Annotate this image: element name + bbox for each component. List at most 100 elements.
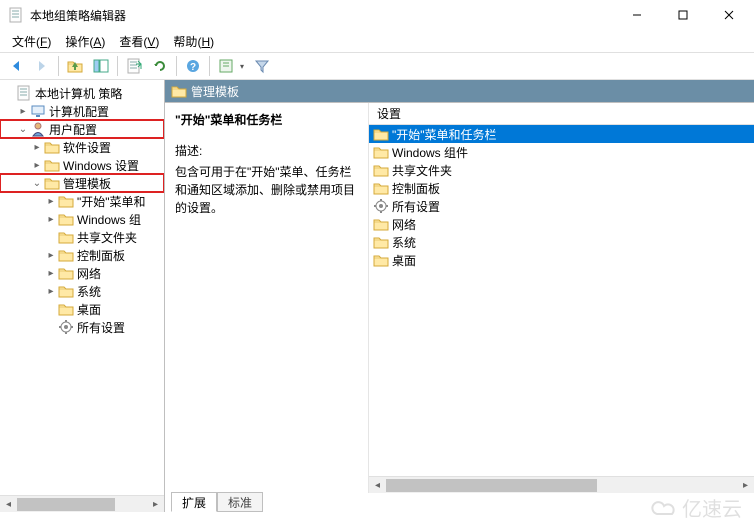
tree-windows-settings[interactable]: ▸ Windows 设置 bbox=[0, 156, 164, 174]
computer-icon bbox=[30, 103, 46, 119]
menubar: 文件(F) 操作(A) 查看(V) 帮助(H) bbox=[0, 30, 754, 52]
chevron-right-icon[interactable]: ▸ bbox=[44, 214, 58, 225]
menu-help[interactable]: 帮助(H) bbox=[167, 31, 220, 52]
folder-icon bbox=[373, 126, 389, 142]
path-header: 管理模板 bbox=[165, 80, 754, 102]
scroll-right-icon[interactable]: ▸ bbox=[737, 477, 754, 493]
chevron-down-icon[interactable]: ⌄ bbox=[30, 178, 44, 189]
folder-icon bbox=[44, 175, 60, 191]
folder-icon bbox=[58, 283, 74, 299]
list-column: 设置 "开始"菜单和任务栏Windows 组件共享文件夹控制面板所有设置网络系统… bbox=[369, 103, 754, 493]
tree-computer-config[interactable]: ▸ 计算机配置 bbox=[0, 102, 164, 120]
list-item-label: "开始"菜单和任务栏 bbox=[392, 126, 497, 143]
tab-extended[interactable]: 扩展 bbox=[171, 492, 217, 512]
tree-control-panel[interactable]: ▸ 控制面板 bbox=[0, 246, 164, 264]
tree-scrollbar-horizontal[interactable]: ◂ ▸ bbox=[0, 495, 164, 512]
list-header-settings[interactable]: 设置 bbox=[369, 103, 754, 125]
filter-button[interactable] bbox=[250, 54, 274, 78]
list-item[interactable]: 所有设置 bbox=[369, 197, 754, 215]
tree-desktop[interactable]: 桌面 bbox=[0, 300, 164, 318]
toolbar-separator bbox=[176, 56, 177, 76]
list-item-label: 所有设置 bbox=[392, 198, 440, 215]
folder-icon bbox=[373, 180, 389, 196]
app-icon bbox=[8, 7, 24, 23]
list-item-label: 桌面 bbox=[392, 252, 416, 269]
back-button[interactable] bbox=[4, 54, 28, 78]
export-button[interactable] bbox=[122, 54, 146, 78]
scroll-left-icon[interactable]: ◂ bbox=[369, 477, 386, 493]
details-pane: 管理模板 "开始"菜单和任务栏 描述: 包含可用于在"开始"菜单、任务栏和通知区… bbox=[165, 80, 754, 512]
show-hide-tree-button[interactable] bbox=[89, 54, 113, 78]
list-item[interactable]: Windows 组件 bbox=[369, 143, 754, 161]
scroll-right-icon[interactable]: ▸ bbox=[147, 496, 164, 512]
maximize-button[interactable] bbox=[660, 0, 706, 30]
tree-pane: 本地计算机 策略 ▸ 计算机配置 ⌄ 用户配置 ▸ 软件设置 ▸ Windows… bbox=[0, 80, 165, 512]
tab-standard[interactable]: 标准 bbox=[217, 492, 263, 512]
titlebar: 本地组策略编辑器 bbox=[0, 0, 754, 30]
main-area: 本地计算机 策略 ▸ 计算机配置 ⌄ 用户配置 ▸ 软件设置 ▸ Windows… bbox=[0, 80, 754, 512]
tree-network[interactable]: ▸ 网络 bbox=[0, 264, 164, 282]
path-header-label: 管理模板 bbox=[191, 83, 239, 100]
chevron-down-icon[interactable]: ⌄ bbox=[16, 124, 30, 135]
refresh-button[interactable] bbox=[148, 54, 172, 78]
toolbar: ? ▾ bbox=[0, 52, 754, 80]
list-item-label: Windows 组件 bbox=[392, 144, 468, 161]
list-item-label: 系统 bbox=[392, 234, 416, 251]
tree-shared-folders[interactable]: 共享文件夹 bbox=[0, 228, 164, 246]
menu-file[interactable]: 文件(F) bbox=[6, 31, 57, 52]
folder-icon bbox=[44, 157, 60, 173]
list-item-label: 控制面板 bbox=[392, 180, 440, 197]
folder-icon bbox=[373, 216, 389, 232]
tree-user-config[interactable]: ⌄ 用户配置 bbox=[0, 120, 164, 138]
chevron-right-icon[interactable]: ▸ bbox=[16, 106, 30, 117]
list-item[interactable]: 共享文件夹 bbox=[369, 161, 754, 179]
list-item[interactable]: 系统 bbox=[369, 233, 754, 251]
chevron-right-icon[interactable]: ▸ bbox=[44, 250, 58, 261]
chevron-right-icon[interactable]: ▸ bbox=[30, 160, 44, 171]
list-item[interactable]: 网络 bbox=[369, 215, 754, 233]
description-text: 包含可用于在"开始"菜单、任务栏和通知区域添加、删除或禁用项目的设置。 bbox=[175, 163, 358, 217]
list-item-label: 网络 bbox=[392, 216, 416, 233]
list-item[interactable]: "开始"菜单和任务栏 bbox=[369, 125, 754, 143]
chevron-right-icon[interactable]: ▸ bbox=[30, 142, 44, 153]
forward-button[interactable] bbox=[30, 54, 54, 78]
menu-action[interactable]: 操作(A) bbox=[59, 31, 111, 52]
tree-windows-components[interactable]: ▸ Windows 组 bbox=[0, 210, 164, 228]
tree-software-settings[interactable]: ▸ 软件设置 bbox=[0, 138, 164, 156]
tree-system[interactable]: ▸ 系统 bbox=[0, 282, 164, 300]
list-item-label: 共享文件夹 bbox=[392, 162, 452, 179]
close-button[interactable] bbox=[706, 0, 752, 30]
policy-icon bbox=[16, 85, 32, 101]
tree-admin-templates[interactable]: ⌄ 管理模板 bbox=[0, 174, 164, 192]
gear-icon bbox=[373, 198, 389, 214]
folder-icon bbox=[373, 144, 389, 160]
list-scrollbar-horizontal[interactable]: ◂ ▸ bbox=[369, 476, 754, 493]
chevron-right-icon[interactable]: ▸ bbox=[44, 268, 58, 279]
filter-options-button[interactable] bbox=[214, 54, 238, 78]
menu-view[interactable]: 查看(V) bbox=[113, 31, 165, 52]
tree-root[interactable]: 本地计算机 策略 bbox=[0, 84, 164, 102]
scroll-left-icon[interactable]: ◂ bbox=[0, 496, 17, 512]
minimize-button[interactable] bbox=[614, 0, 660, 30]
list-item[interactable]: 控制面板 bbox=[369, 179, 754, 197]
filter-options-dropdown[interactable]: ▾ bbox=[240, 62, 248, 71]
list-item[interactable]: 桌面 bbox=[369, 251, 754, 269]
tree-all-settings[interactable]: 所有设置 bbox=[0, 318, 164, 336]
toolbar-separator bbox=[117, 56, 118, 76]
description-label: 描述: bbox=[175, 142, 358, 159]
up-button[interactable] bbox=[63, 54, 87, 78]
toolbar-separator bbox=[209, 56, 210, 76]
user-icon bbox=[30, 121, 46, 137]
tree-start-taskbar[interactable]: ▸ "开始"菜单和 bbox=[0, 192, 164, 210]
toolbar-separator bbox=[58, 56, 59, 76]
chevron-right-icon[interactable]: ▸ bbox=[44, 196, 58, 207]
help-button[interactable]: ? bbox=[181, 54, 205, 78]
folder-icon bbox=[58, 301, 74, 317]
folder-icon bbox=[44, 139, 60, 155]
gear-icon bbox=[58, 319, 74, 335]
chevron-right-icon[interactable]: ▸ bbox=[44, 286, 58, 297]
description-column: "开始"菜单和任务栏 描述: 包含可用于在"开始"菜单、任务栏和通知区域添加、删… bbox=[165, 103, 369, 493]
watermark: 亿速云 bbox=[650, 493, 742, 522]
folder-icon bbox=[58, 211, 74, 227]
folder-icon bbox=[171, 83, 187, 99]
